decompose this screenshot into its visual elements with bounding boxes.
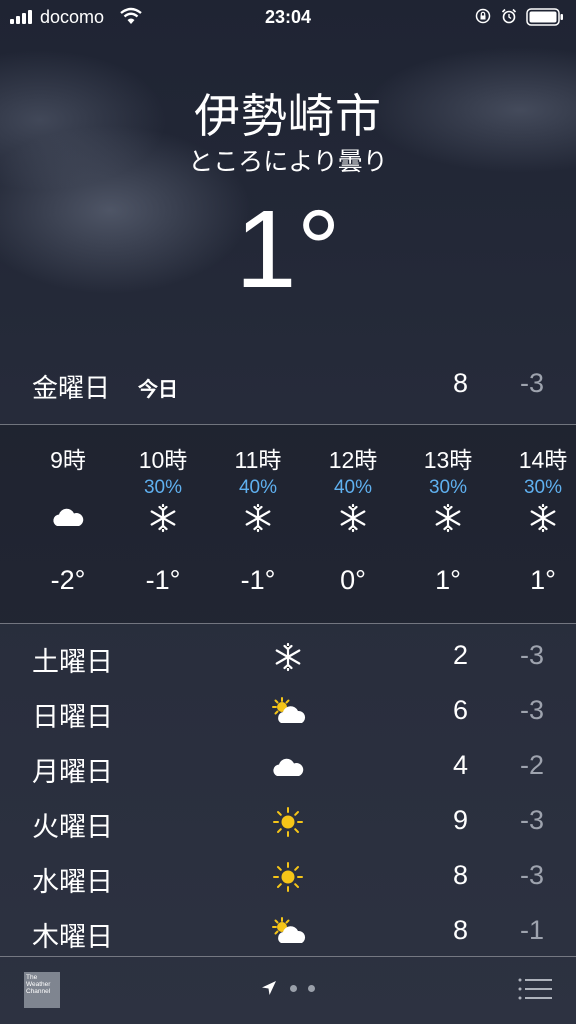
- daily-row: 月曜日 4 -2: [0, 740, 576, 795]
- snow-icon: [435, 503, 461, 533]
- partly-cloudy-icon: [272, 917, 306, 943]
- hourly-item: 10時 30% -1°: [118, 425, 208, 623]
- sun-icon: [273, 862, 303, 892]
- hourly-item: 9時 -2°: [23, 425, 113, 623]
- day-high: 6: [452, 695, 468, 725]
- list-icon[interactable]: [518, 978, 552, 1000]
- hour-temperature: 1°: [530, 565, 556, 595]
- precip-chance: 30%: [428, 477, 468, 498]
- precip-chance: 30%: [523, 477, 563, 498]
- day-name: 木曜日: [32, 922, 113, 952]
- rotation-lock-icon: [475, 8, 491, 24]
- hour-label: 11時: [234, 447, 282, 473]
- day-name: 土曜日: [32, 647, 113, 677]
- weather-condition: ところにより曇り: [188, 148, 388, 176]
- day-low: -3: [519, 805, 544, 835]
- today-high: 8: [452, 368, 468, 398]
- day-low: -3: [519, 640, 544, 670]
- day-low: -1: [519, 915, 544, 945]
- today-label: 今日: [138, 379, 178, 401]
- daily-row: 日曜日 6 -3: [0, 685, 576, 740]
- today-day-name: 金曜日: [32, 373, 111, 403]
- daily-row: 水曜日 8 -3: [0, 850, 576, 905]
- snow-icon: [530, 503, 556, 533]
- hourly-forecast[interactable]: 9時 -2° 10時 30% -1° 11時 40% -1° 12時 40% 0…: [0, 425, 576, 623]
- hour-label: 12時: [328, 447, 378, 473]
- cloud-icon: [53, 508, 84, 526]
- day-low: -2: [519, 750, 544, 780]
- day-high: 9: [452, 805, 468, 835]
- bottom-toolbar: The Weather Channel: [0, 956, 576, 1024]
- today-row: 金曜日 今日 8 -3: [0, 360, 576, 410]
- snow-icon: [340, 503, 366, 533]
- partly-cloudy-icon: [272, 697, 306, 723]
- hourly-item: 14時 30% 1°: [498, 425, 576, 623]
- daily-row: 火曜日 9 -3: [0, 795, 576, 850]
- day-high: 4: [452, 750, 468, 780]
- hour-temperature: -2°: [50, 565, 86, 595]
- today-low: -3: [519, 368, 544, 398]
- cloud-icon: [273, 758, 304, 776]
- day-high: 8: [452, 860, 468, 890]
- hour-temperature: -1°: [145, 565, 181, 595]
- snow-icon: [275, 642, 301, 672]
- sun-icon: [273, 807, 303, 837]
- hourly-item: 13時 30% 1°: [403, 425, 493, 623]
- hour-temperature: 1°: [435, 565, 461, 595]
- day-high: 8: [452, 915, 468, 945]
- day-name: 日曜日: [32, 702, 113, 732]
- hour-label: 10時: [138, 447, 188, 473]
- precip-chance: 30%: [143, 477, 183, 498]
- page-dot[interactable]: [308, 985, 315, 992]
- status-bar: docomo 23:04: [0, 0, 576, 34]
- day-low: -3: [519, 695, 544, 725]
- daily-row: 土曜日 2 -3: [0, 630, 576, 685]
- battery-icon: [526, 8, 563, 26]
- day-high: 2: [452, 640, 468, 670]
- hour-temperature: 0°: [340, 565, 366, 595]
- location-arrow-icon[interactable]: [261, 980, 277, 996]
- hourly-item: 11時 40% -1°: [213, 425, 303, 623]
- hour-label: 9時: [50, 447, 86, 473]
- precip-chance: 40%: [238, 477, 278, 498]
- snow-icon: [150, 503, 176, 533]
- hour-label: 14時: [518, 447, 568, 473]
- alarm-icon: [501, 8, 517, 24]
- page-dot[interactable]: [290, 985, 297, 992]
- current-temperature: 1°: [235, 188, 341, 311]
- hourly-item: 12時 40% 0°: [308, 425, 398, 623]
- day-low: -3: [519, 860, 544, 890]
- daily-row: 木曜日 8 -1: [0, 905, 576, 960]
- hour-temperature: -1°: [240, 565, 276, 595]
- day-name: 月曜日: [32, 757, 113, 787]
- precip-chance: 40%: [333, 477, 373, 498]
- city-name: 伊勢崎市: [194, 90, 382, 142]
- day-name: 水曜日: [32, 867, 113, 897]
- hour-label: 13時: [423, 447, 473, 473]
- snow-icon: [245, 503, 271, 533]
- day-name: 火曜日: [32, 812, 113, 842]
- divider: [0, 623, 576, 624]
- weather-channel-logo[interactable]: The Weather Channel: [24, 972, 60, 1008]
